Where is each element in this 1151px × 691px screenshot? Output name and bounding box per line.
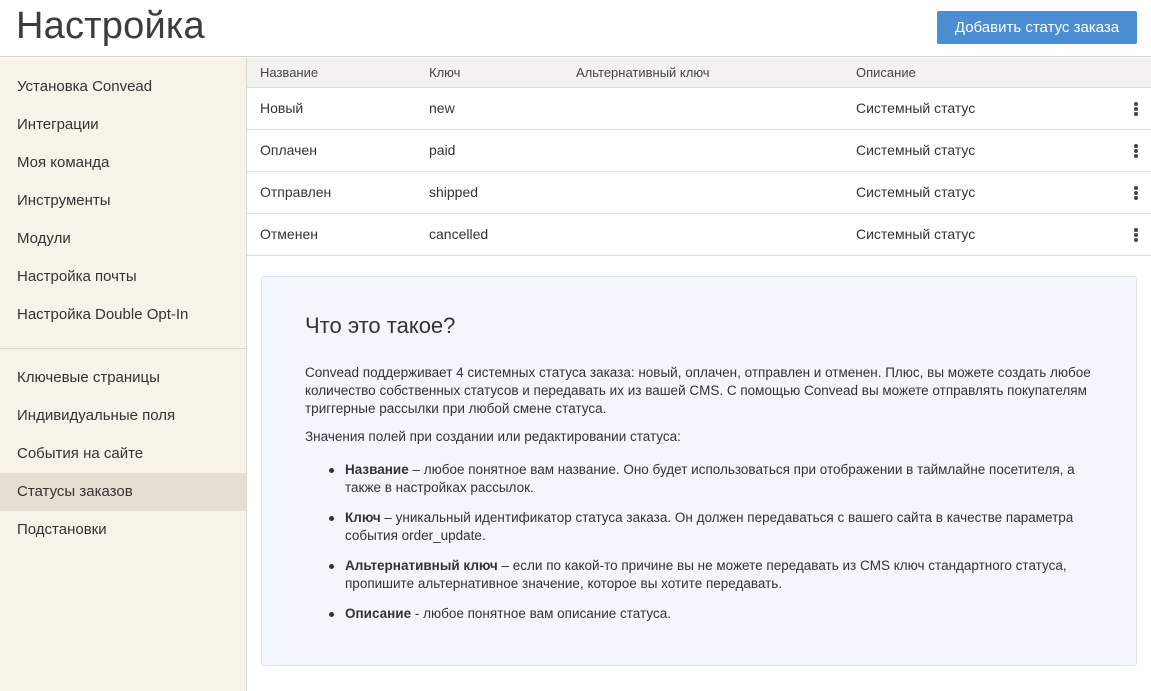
list-item: Альтернативный ключ – если по какой-то п… (329, 557, 1093, 593)
sidebar-item-mail-settings[interactable]: Настройка почты (0, 258, 246, 296)
help-box: Что это такое? Convead поддерживает 4 си… (261, 276, 1137, 666)
status-description: Системный статус (843, 129, 1121, 172)
status-key: paid (416, 129, 563, 172)
sidebar-item-site-events[interactable]: События на сайте (0, 435, 246, 473)
sidebar-item-convead-install[interactable]: Установка Convead (0, 68, 246, 106)
bullet-icon (329, 564, 334, 569)
column-header-key: Ключ (416, 58, 563, 88)
bullet-icon (329, 612, 334, 617)
status-alt-key (563, 129, 843, 172)
vertical-dots-icon[interactable] (1134, 228, 1138, 243)
field-term: Описание (345, 606, 412, 621)
list-item: Название – любое понятное вам название. … (329, 461, 1093, 497)
add-order-status-button[interactable]: Добавить статус заказа (937, 11, 1137, 44)
page-header: Настройка Добавить статус заказа (0, 0, 1151, 57)
order-status-table: Название Ключ Альтернативный ключ Описан… (247, 58, 1151, 256)
sidebar-item-custom-fields[interactable]: Индивидуальные поля (0, 397, 246, 435)
row-actions (1121, 213, 1151, 256)
status-alt-key (563, 87, 843, 130)
status-name: Отправлен (247, 171, 416, 214)
field-term: Название (345, 462, 409, 477)
field-term: Ключ (345, 510, 381, 525)
status-key: cancelled (416, 213, 563, 256)
sidebar: Установка Convead Интеграции Моя команда… (0, 58, 247, 691)
sidebar-item-my-team[interactable]: Моя команда (0, 144, 246, 182)
status-key: shipped (416, 171, 563, 214)
bullet-icon (329, 516, 334, 521)
row-actions (1121, 171, 1151, 214)
vertical-dots-icon[interactable] (1134, 144, 1138, 159)
main-content: Название Ключ Альтернативный ключ Описан… (247, 58, 1151, 666)
help-field-list: Название – любое понятное вам название. … (305, 461, 1093, 623)
help-title: Что это такое? (305, 313, 456, 338)
table-row: Отправлен shipped Системный статус (247, 171, 1151, 214)
sidebar-item-key-pages[interactable]: Ключевые страницы (0, 359, 246, 397)
list-item: Ключ – уникальный идентификатор статуса … (329, 509, 1093, 545)
vertical-dots-icon[interactable] (1134, 186, 1138, 201)
status-key: new (416, 87, 563, 130)
page-title: Настройка (16, 5, 205, 47)
table-row: Отменен cancelled Системный статус (247, 213, 1151, 256)
sidebar-item-double-opt-in[interactable]: Настройка Double Opt-In (0, 296, 246, 334)
column-header-name: Название (247, 58, 416, 88)
row-actions (1121, 87, 1151, 130)
field-explanation: – уникальный идентификатор статуса заказ… (345, 510, 1074, 543)
column-header-description: Описание (843, 58, 1121, 88)
field-term: Альтернативный ключ (345, 558, 498, 573)
list-item: Описание - любое понятное вам описание с… (329, 605, 1093, 623)
status-description: Системный статус (843, 87, 1121, 130)
sidebar-group-settings: Установка Convead Интеграции Моя команда… (0, 58, 246, 349)
sidebar-group-data: Ключевые страницы Индивидуальные поля Со… (0, 349, 246, 559)
table-row: Новый new Системный статус (247, 87, 1151, 130)
status-alt-key (563, 171, 843, 214)
field-explanation: - любое понятное вам описание статуса. (411, 606, 671, 621)
sidebar-item-order-statuses[interactable]: Статусы заказов (0, 473, 246, 511)
sidebar-item-modules[interactable]: Модули (0, 220, 246, 258)
table-header-row: Название Ключ Альтернативный ключ Описан… (247, 58, 1151, 88)
sidebar-item-substitutions[interactable]: Подстановки (0, 511, 246, 549)
sidebar-item-tools[interactable]: Инструменты (0, 182, 246, 220)
sidebar-item-integrations[interactable]: Интеграции (0, 106, 246, 144)
status-description: Системный статус (843, 171, 1121, 214)
column-header-alt-key: Альтернативный ключ (563, 58, 843, 88)
row-actions (1121, 129, 1151, 172)
table-row: Оплачен paid Системный статус (247, 129, 1151, 172)
help-paragraph-intro: Convead поддерживает 4 системных статуса… (305, 365, 1091, 416)
field-explanation: – любое понятное вам название. Оно будет… (345, 462, 1075, 495)
status-name: Оплачен (247, 129, 416, 172)
status-description: Системный статус (843, 213, 1121, 256)
vertical-dots-icon[interactable] (1134, 102, 1138, 117)
column-header-actions (1121, 58, 1151, 88)
bullet-icon (329, 468, 334, 473)
status-alt-key (563, 213, 843, 256)
help-paragraph-fields: Значения полей при создании или редактир… (305, 429, 681, 444)
status-name: Отменен (247, 213, 416, 256)
status-name: Новый (247, 87, 416, 130)
